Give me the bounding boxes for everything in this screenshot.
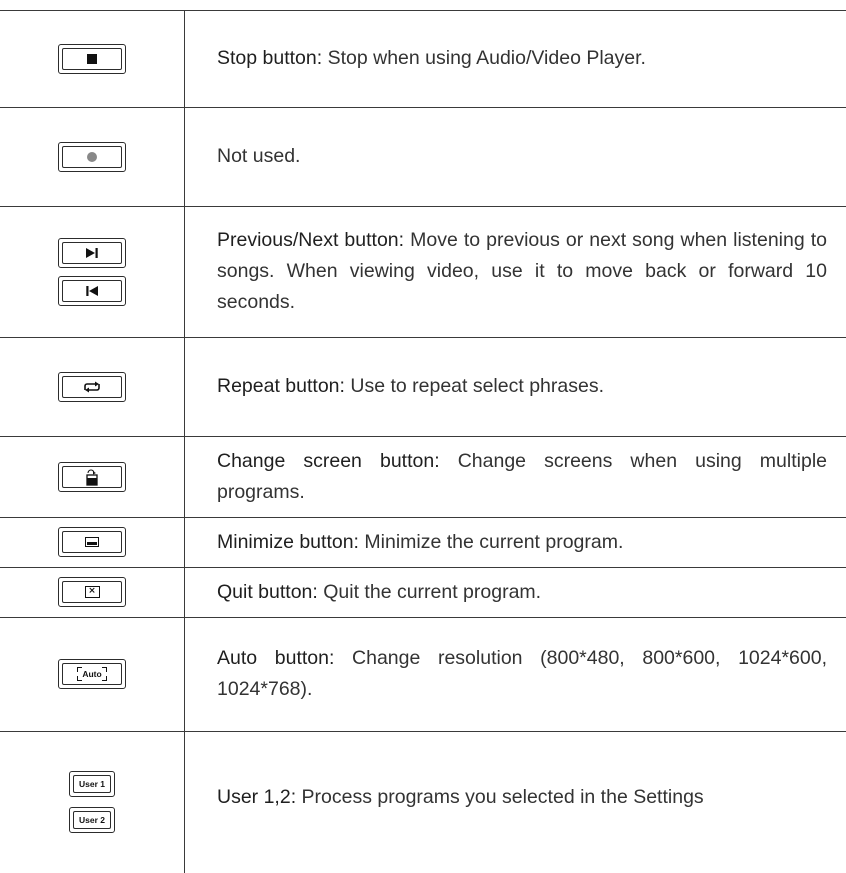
button-description: Not used. <box>217 145 301 167</box>
button-title: Minimize button: <box>217 530 359 553</box>
table-row-previous-next: Previous/Next button: Move to previous o… <box>0 206 846 337</box>
button-description: Process programs you selected in the Set… <box>296 785 704 808</box>
quit-button[interactable]: × <box>58 577 126 607</box>
button-title: Quit button: <box>217 580 318 603</box>
button-reference-table: Stop button: Stop when using Audio/Video… <box>0 0 846 873</box>
repeat-icon <box>84 381 100 392</box>
user-1-button[interactable]: User 1 <box>69 771 115 797</box>
button-description: Stop when using Audio/Video Player. <box>322 47 646 69</box>
button-title: Previous/Next button: <box>217 229 405 251</box>
auto-key-label: Auto <box>82 669 102 679</box>
table-row-minimize: Minimize button: Minimize the current pr… <box>0 517 846 567</box>
button-title: Auto button: <box>217 647 335 669</box>
button-description: Quit the current program. <box>317 580 542 603</box>
button-title: Repeat button: <box>217 375 345 397</box>
next-track-icon <box>86 247 98 258</box>
button-title: Change screen button: <box>217 449 440 472</box>
minimize-button[interactable] <box>58 527 126 557</box>
minimize-icon <box>85 537 99 547</box>
table-row-repeat: Repeat button: Use to repeat select phra… <box>0 337 846 436</box>
table-row-stop: Stop button: Stop when using Audio/Video… <box>0 10 846 107</box>
repeat-button[interactable] <box>58 371 126 402</box>
stop-button[interactable] <box>58 43 126 74</box>
user-1-key-label: User 1 <box>79 779 105 789</box>
table-row-quit: × Quit button: Quit the current program. <box>0 567 846 617</box>
button-description: Minimize the current program. <box>358 530 624 553</box>
change-screen-icon <box>86 469 98 486</box>
close-x-icon: × <box>84 586 100 598</box>
record-dot-icon <box>87 151 97 162</box>
stop-icon <box>87 53 97 64</box>
auto-button[interactable]: Auto <box>58 659 126 689</box>
table-row-change-screen: Change screen button: Change screens whe… <box>0 436 846 517</box>
user-2-button[interactable]: User 2 <box>69 807 115 833</box>
record-button[interactable] <box>58 141 126 172</box>
button-title: User 1,2: <box>217 785 297 808</box>
previous-button[interactable] <box>58 275 126 306</box>
change-screen-button[interactable] <box>58 461 126 492</box>
previous-track-icon <box>86 285 98 296</box>
user-2-key-label: User 2 <box>79 815 105 825</box>
table-row-user: User 1 User 2 User 1,2: Process programs… <box>0 731 846 873</box>
next-button[interactable] <box>58 237 126 268</box>
button-title: Stop button: <box>217 47 323 69</box>
table-row-auto: Auto Auto button: Change resolution (800… <box>0 617 846 731</box>
table-row-unused: Not used. <box>0 107 846 206</box>
button-description: Use to repeat select phrases. <box>344 375 604 397</box>
